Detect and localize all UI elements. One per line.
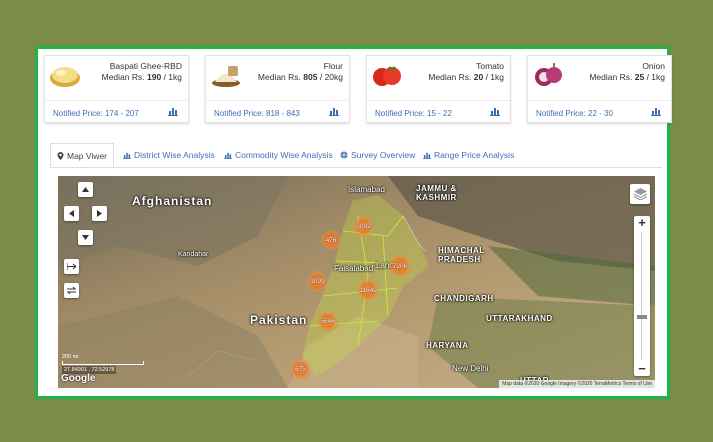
median-label: Median Rs.: [589, 72, 633, 82]
card-footer: Notified Price: 15 - 22: [367, 100, 510, 125]
cluster-marker[interactable]: 1099: [310, 274, 325, 289]
price-card-onion[interactable]: Onion Median Rs. 25 / 1kg Notified Price…: [527, 55, 672, 123]
card-footer: Notified Price: 22 - 30: [528, 100, 671, 125]
swap-layer-button[interactable]: [64, 283, 79, 298]
unit-label: / 20kg: [319, 72, 343, 82]
price-card-flour[interactable]: Flour Median Rs. 805 / 20kg Notified Pri…: [205, 55, 350, 123]
median-value: 20: [473, 72, 484, 82]
price-card-tomato[interactable]: Tomato Median Rs. 20 / 1kg Notified Pric…: [366, 55, 511, 123]
median-label: Median Rs.: [428, 72, 472, 82]
swap-icon: [67, 287, 76, 294]
measure-icon: [67, 263, 76, 270]
cluster-marker[interactable]: 7206: [392, 258, 408, 274]
globe-icon: [340, 151, 348, 159]
pan-right-button[interactable]: [92, 206, 107, 221]
label-pakistan: Pakistan: [250, 313, 308, 327]
tab-district-wise-analysis[interactable]: District Wise Analysis: [123, 143, 215, 167]
map-attribution[interactable]: Map data ©2020 Google Imagery ©2020 Terr…: [499, 380, 655, 388]
notified-price: Notified Price: 818 - 843: [214, 109, 300, 118]
label-faisalabad: Faisalabad: [334, 264, 374, 273]
median-label: Median Rs.: [257, 72, 301, 82]
label-himachal-pradesh: HIMACHAL PRADESH: [438, 246, 485, 264]
zoom-in-button[interactable]: +: [634, 216, 650, 230]
analysis-tabs: Map Viwer District Wise Analysis Commodi…: [50, 141, 662, 168]
map-scale: 200 mi: [62, 354, 144, 365]
zoom-slider-handle[interactable]: [637, 315, 647, 319]
median-value: 190: [147, 72, 162, 82]
tab-range-price-analysis[interactable]: Range Price Analysis: [423, 143, 514, 167]
label-uttarakhand: UTTARAKHAND: [486, 314, 553, 323]
unit-label: / 1kg: [163, 72, 182, 82]
price-card-ghee[interactable]: Baspati Ghee-RBD Median Rs. 190 / 1kg No…: [44, 55, 189, 123]
pan-left-button[interactable]: [64, 206, 79, 221]
label-haryana: HARYANA: [426, 341, 469, 350]
flour-icon: [212, 66, 240, 87]
tab-map-viewer[interactable]: Map Viwer: [50, 143, 114, 167]
card-footer: Notified Price: 818 - 843: [206, 100, 349, 125]
bar-chart-icon: [123, 152, 131, 159]
median-value: 805: [303, 72, 318, 82]
label-chandigarh: CHANDIGARH: [434, 294, 494, 303]
median-value: 25: [634, 72, 645, 82]
label-new-delhi: New Delhi: [452, 364, 489, 373]
arrow-left-icon: [69, 210, 74, 217]
cluster-marker[interactable]: 476: [324, 233, 338, 247]
arrow-up-icon: [82, 187, 89, 192]
zoom-track: [641, 232, 642, 360]
cluster-marker[interactable]: 675: [293, 362, 308, 377]
bar-chart-icon[interactable]: [651, 107, 661, 116]
layers-button[interactable]: [630, 184, 650, 204]
commodity-name: Tomato: [476, 61, 504, 71]
onion-icon: [535, 63, 562, 86]
tomato-icon: [373, 66, 401, 86]
cluster-marker[interactable]: 3092: [356, 219, 371, 234]
tab-commodity-wise-analysis[interactable]: Commodity Wise Analysis: [224, 143, 333, 167]
zoom-control: + −: [634, 216, 650, 376]
label-jammu-kashmir: JAMMU & KASHMIR: [416, 184, 457, 202]
bar-chart-icon[interactable]: [168, 107, 178, 116]
cluster-marker[interactable]: 5646: [320, 314, 335, 329]
notified-price: Notified Price: 15 - 22: [375, 109, 452, 118]
bar-chart-icon[interactable]: [490, 107, 500, 116]
layers-icon: [633, 188, 647, 200]
zoom-out-button[interactable]: −: [634, 362, 650, 376]
price-cards: Baspati Ghee-RBD Median Rs. 190 / 1kg No…: [44, 55, 672, 125]
pan-down-button[interactable]: [78, 230, 93, 245]
label-islamabad: Islamabad: [348, 185, 385, 194]
notified-price: Notified Price: 174 - 207: [53, 109, 139, 118]
map-marker-icon: [57, 152, 64, 160]
tab-survey-overview[interactable]: Survey Overview: [340, 143, 415, 167]
commodity-name: Baspati Ghee-RBD: [109, 61, 182, 71]
arrow-down-icon: [82, 235, 89, 240]
arrow-right-icon: [97, 210, 102, 217]
measure-tool-button[interactable]: [64, 259, 79, 274]
google-logo: Google: [61, 373, 96, 384]
pan-up-button[interactable]: [78, 182, 93, 197]
bar-chart-icon[interactable]: [329, 107, 339, 116]
ghee-icon: [50, 67, 80, 87]
cluster-marker[interactable]: 11649: [359, 282, 377, 298]
notified-price: Notified Price: 22 - 30: [536, 109, 613, 118]
unit-label: / 1kg: [485, 72, 504, 82]
label-kandahar: Kandahar: [178, 251, 209, 258]
median-label: Median Rs.: [101, 72, 145, 82]
commodity-name: Flour: [323, 61, 343, 71]
label-afghanistan: Afghanistan: [132, 194, 213, 208]
commodity-name: Onion: [642, 61, 665, 71]
unit-label: / 1kg: [646, 72, 665, 82]
map-viewer[interactable]: Afghanistan Pakistan Islamabad JAMMU & K…: [58, 176, 655, 388]
dashboard-panel: Baspati Ghee-RBD Median Rs. 190 / 1kg No…: [35, 46, 672, 399]
bar-chart-icon: [423, 152, 431, 159]
bar-chart-icon: [224, 152, 232, 159]
card-footer: Notified Price: 174 - 207: [45, 100, 188, 125]
